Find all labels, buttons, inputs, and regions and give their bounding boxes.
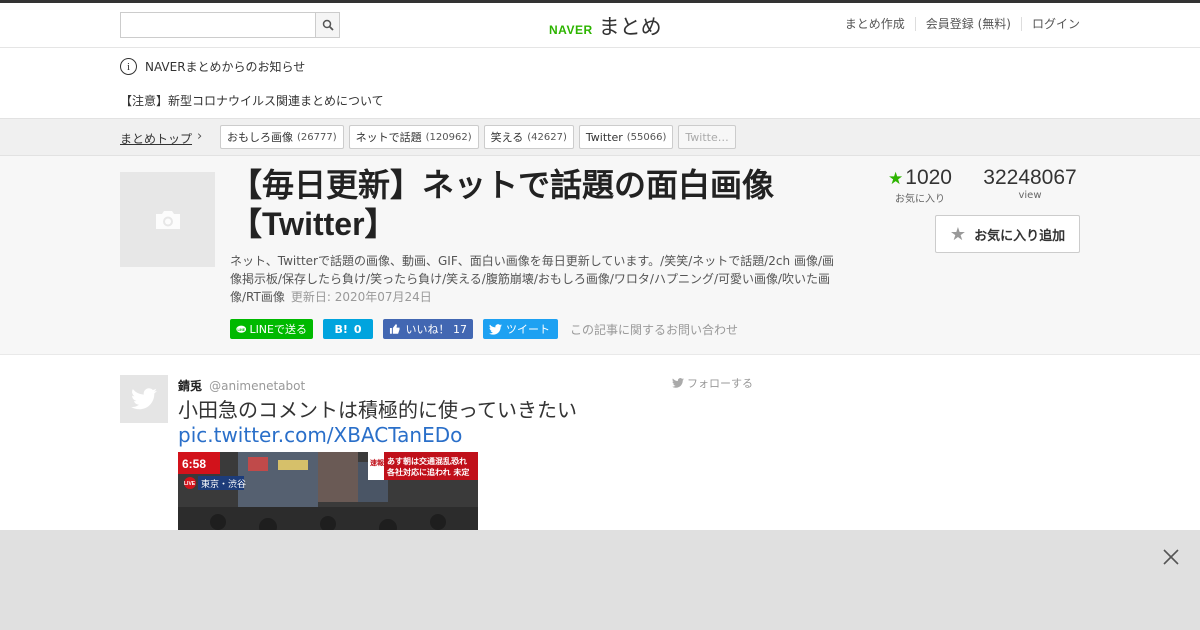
bottom-ad-banner bbox=[0, 530, 1200, 630]
tag-count: (120962) bbox=[425, 131, 472, 143]
twitter-bird-icon bbox=[671, 378, 684, 388]
hatena-count: 0 bbox=[353, 322, 362, 336]
site-header: NAVER まとめ まとめ作成 会員登録 (無料) ログイン bbox=[0, 3, 1200, 48]
facebook-like-label: いいね！ 17 bbox=[405, 323, 468, 336]
tag-label: 笑える bbox=[490, 131, 524, 144]
image-time: 6:58 bbox=[182, 457, 206, 471]
tag-count: (42627) bbox=[527, 131, 567, 143]
tag-item[interactable]: おもしろ画像 (26777) bbox=[220, 125, 344, 149]
tag-count: (26777) bbox=[297, 131, 337, 143]
image-location: 東京・渋谷 bbox=[201, 478, 246, 490]
avatar[interactable] bbox=[120, 375, 168, 423]
tag-label: ネットで話題 bbox=[355, 131, 422, 144]
article-thumbnail bbox=[120, 172, 215, 267]
breadcrumb: まとめトップ › おもしろ画像 (26777) ネットで話題 (120962) 笑え… bbox=[0, 118, 1200, 156]
close-icon[interactable] bbox=[1160, 546, 1182, 568]
nav-login[interactable]: ログイン bbox=[1020, 17, 1080, 31]
notice-title-text: NAVERまとめからのお知らせ bbox=[145, 60, 306, 74]
site-logo[interactable]: NAVER まとめ bbox=[549, 11, 662, 41]
updated-date: 更新日: 2020年07月24日 bbox=[290, 290, 432, 304]
add-favorite-button[interactable]: ★ お気に入り追加 bbox=[935, 215, 1080, 253]
tweet-author-name[interactable]: 錆兎 bbox=[178, 379, 202, 393]
twitter-bird-icon bbox=[131, 388, 157, 410]
notice-title: i NAVERまとめからのお知らせ bbox=[120, 58, 305, 75]
views-stat: 32248067 view bbox=[980, 166, 1080, 205]
star-outline-icon: ★ bbox=[949, 223, 967, 245]
tag-list: おもしろ画像 (26777) ネットで話題 (120962) 笑える (42627) … bbox=[220, 125, 741, 149]
svg-text:LINE: LINE bbox=[238, 327, 246, 331]
article-title: 【毎日更新】ネットで話題の面白画像【Twitter】 bbox=[230, 167, 775, 242]
info-icon: i bbox=[120, 58, 137, 75]
search-icon bbox=[322, 19, 334, 31]
notice-link[interactable]: 【注意】新型コロナウイルス関連まとめについて bbox=[120, 92, 384, 109]
share-buttons: LINE LINEで送る B! 0 いいね！ 17 ツイート この記事に関するお… bbox=[230, 319, 738, 339]
article-stats: ★1020 お気に入り 32248067 view bbox=[885, 166, 1080, 205]
line-icon: LINE bbox=[236, 325, 247, 333]
search-button[interactable] bbox=[315, 12, 340, 38]
follow-button[interactable]: フォローする bbox=[671, 375, 753, 391]
tag-label: おもしろ画像 bbox=[227, 131, 293, 144]
notice-area: i NAVERまとめからのお知らせ 【注意】新型コロナウイルス関連まとめについて bbox=[0, 48, 1200, 118]
favorites-stat: ★1020 お気に入り bbox=[885, 166, 955, 205]
image-live: LIVE bbox=[184, 481, 196, 487]
inquiry-link[interactable]: この記事に関するお問い合わせ bbox=[570, 321, 738, 338]
thumbs-up-icon bbox=[389, 324, 400, 334]
tag-label: Twitter bbox=[585, 130, 623, 144]
tag-item[interactable]: 笑える (42627) bbox=[483, 125, 574, 149]
image-breaking: 速報 bbox=[370, 458, 385, 467]
line-share-button[interactable]: LINE LINEで送る bbox=[230, 319, 313, 339]
facebook-like-button[interactable]: いいね！ 17 bbox=[383, 319, 473, 339]
chevron-right-icon: › bbox=[197, 129, 203, 144]
tweet-body: 錆兎 @animenetabot フォローする 小田急のコメントは積極的に使って… bbox=[178, 375, 758, 542]
tweet-text: 小田急のコメントは積極的に使っていきたい bbox=[178, 398, 577, 422]
logo-naver: NAVER bbox=[549, 23, 593, 37]
tag-item-truncated[interactable]: Twitte… bbox=[678, 125, 736, 149]
add-favorite-label: お気に入り追加 bbox=[974, 228, 1066, 244]
tag-label: Twitte… bbox=[685, 130, 729, 144]
search-input[interactable] bbox=[120, 12, 315, 38]
header-nav: まとめ作成 会員登録 (無料) ログイン bbox=[835, 17, 1080, 31]
tag-count: (55066) bbox=[626, 131, 667, 143]
tweet-label: ツイート bbox=[506, 323, 550, 336]
star-icon: ★ bbox=[888, 169, 904, 188]
line-share-label: LINEで送る bbox=[249, 323, 307, 336]
nav-register[interactable]: 会員登録 (無料) bbox=[914, 17, 1021, 31]
camera-icon bbox=[155, 210, 180, 229]
tweet-author-handle[interactable]: @animenetabot bbox=[209, 379, 305, 393]
favorites-count: 1020 bbox=[905, 166, 952, 189]
article-description: ネット、Twitterで話題の画像、動画、GIF、面白い画像を毎日更新しています… bbox=[230, 252, 845, 306]
tweet-image[interactable]: 6:58 LIVE 東京・渋谷 速報 あす朝は交通混乱恐れ 各社対応に追われ 未… bbox=[178, 452, 478, 542]
tag-item[interactable]: ネットで話題 (120962) bbox=[348, 125, 479, 149]
follow-label: フォローする bbox=[687, 377, 753, 390]
views-count: 32248067 bbox=[983, 166, 1077, 189]
image-headline-2: 各社対応に追われ 未定 bbox=[386, 467, 469, 477]
article-header: 【毎日更新】ネットで話題の面白画像【Twitter】 ネット、Twitterで話… bbox=[0, 156, 1200, 355]
views-label: view bbox=[1018, 190, 1042, 201]
tag-item[interactable]: Twitter (55066) bbox=[578, 125, 674, 149]
hatena-icon: B! bbox=[334, 322, 348, 336]
logo-matome: まとめ bbox=[598, 15, 662, 39]
favorites-label: お気に入り bbox=[895, 194, 945, 205]
tweet-image-link[interactable]: pic.twitter.com/XBACTanEDo bbox=[178, 423, 758, 448]
hatena-bookmark-button[interactable]: B! 0 bbox=[323, 319, 373, 339]
image-headline-1: あす朝は交通混乱恐れ bbox=[387, 456, 467, 466]
nav-create-matome[interactable]: まとめ作成 bbox=[835, 17, 915, 31]
twitter-bird-icon bbox=[489, 323, 502, 335]
search-box bbox=[120, 12, 340, 38]
breadcrumb-home[interactable]: まとめトップ bbox=[120, 130, 192, 147]
tweet-button[interactable]: ツイート bbox=[483, 319, 558, 339]
news-screenshot-image: 6:58 LIVE 東京・渋谷 速報 あす朝は交通混乱恐れ 各社対応に追われ 未… bbox=[178, 452, 478, 542]
